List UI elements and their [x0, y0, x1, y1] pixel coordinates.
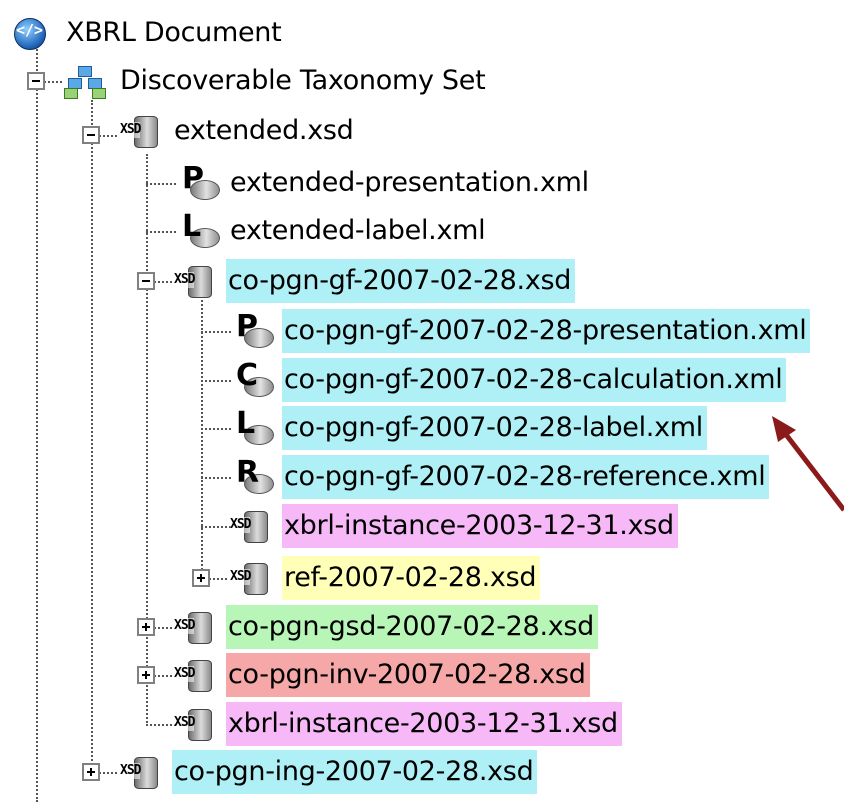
tree-node-co-pgn-gf-reference[interactable]: R co-pgn-gf-2007-02-28-reference.xml: [0, 450, 844, 504]
taxonomy-tree-view: </> XBRL Document Discoverable Taxonomy …: [0, 0, 844, 802]
tree-node-ref-xsd[interactable]: XSD ref-2007-02-28.xsd: [0, 551, 580, 605]
tree-node-co-pgn-gsd-xsd[interactable]: XSD co-pgn-gsd-2007-02-28.xsd: [0, 600, 640, 654]
tree-node-co-pgn-gf-label[interactable]: L co-pgn-gf-2007-02-28-label.xml: [0, 401, 760, 455]
tree-node-extended-presentation[interactable]: P extended-presentation.xml: [0, 156, 640, 210]
reference-linkbase-icon: R: [230, 456, 274, 496]
xsd-schema-icon: XSD: [120, 755, 160, 789]
expand-toggle[interactable]: [82, 763, 100, 781]
label-linkbase-icon: L: [230, 407, 274, 447]
tree-node-label: co-pgn-gsd-2007-02-28.xsd: [226, 605, 599, 649]
arrow-head: [772, 416, 796, 442]
xsd-schema-icon: XSD: [120, 114, 160, 148]
xsd-schema-icon: XSD: [174, 707, 214, 741]
tree-node-label: extended-presentation.xml: [230, 167, 589, 198]
tree-node-label: co-pgn-gf-2007-02-28-presentation.xml: [282, 309, 811, 353]
label-linkbase-icon: L: [176, 210, 220, 250]
calculation-linkbase-icon: C: [230, 359, 274, 399]
xsd-schema-icon: XSD: [174, 658, 214, 692]
tree-node-extended-label[interactable]: L extended-label.xml: [0, 204, 540, 258]
collapse-toggle[interactable]: [137, 272, 155, 290]
tree-node-label: co-pgn-inv-2007-02-28.xsd: [226, 653, 590, 697]
tree-node-xbrl-document[interactable]: </> XBRL Document: [0, 6, 300, 60]
tree-node-label: Discoverable Taxonomy Set: [120, 65, 486, 96]
tree-node-label: xbrl-instance-2003-12-31.xsd: [226, 702, 622, 746]
collapse-toggle[interactable]: [27, 72, 45, 90]
tree-node-label: extended.xsd: [174, 115, 354, 146]
tree-node-label: ref-2007-02-28.xsd: [282, 556, 541, 600]
tree-node-label: extended-label.xml: [230, 215, 486, 246]
tree-node-co-pgn-inv-xsd[interactable]: XSD co-pgn-inv-2007-02-28.xsd: [0, 648, 640, 702]
tree-node-co-pgn-gf-presentation[interactable]: P co-pgn-gf-2007-02-28-presentation.xml: [0, 304, 844, 358]
tree-node-xbrl-instance-nested[interactable]: XSD xbrl-instance-2003-12-31.xsd: [0, 499, 720, 553]
expand-toggle[interactable]: [192, 569, 210, 587]
presentation-linkbase-icon: P: [230, 310, 274, 350]
expand-toggle[interactable]: [137, 618, 155, 636]
tree-node-label: co-pgn-gf-2007-02-28.xsd: [226, 259, 576, 303]
tree-node-label: XBRL Document: [66, 17, 282, 48]
tree-node-label: co-pgn-gf-2007-02-28-calculation.xml: [282, 358, 787, 402]
tree-node-label: co-pgn-ing-2007-02-28.xsd: [172, 750, 538, 794]
expand-toggle[interactable]: [137, 666, 155, 684]
tree-node-discoverable-taxonomy-set[interactable]: Discoverable Taxonomy Set: [0, 54, 520, 108]
xsd-schema-icon: XSD: [174, 610, 214, 644]
presentation-linkbase-icon: P: [176, 162, 220, 202]
tree-node-label: xbrl-instance-2003-12-31.xsd: [282, 504, 678, 548]
xsd-schema-icon: XSD: [174, 264, 214, 298]
taxonomy-set-icon: [64, 64, 108, 99]
xbrl-document-icon: </>: [12, 16, 56, 50]
tree-node-label: co-pgn-gf-2007-02-28-reference.xml: [282, 455, 770, 499]
tree-node-co-pgn-ing-xsd[interactable]: XSD co-pgn-ing-2007-02-28.xsd: [0, 745, 600, 799]
tree-node-xbrl-instance[interactable]: XSD xbrl-instance-2003-12-31.xsd: [0, 697, 680, 751]
xsd-schema-icon: XSD: [230, 561, 270, 595]
tree-node-label: co-pgn-gf-2007-02-28-label.xml: [282, 406, 707, 450]
tree-node-co-pgn-gf-xsd[interactable]: XSD co-pgn-gf-2007-02-28.xsd: [0, 254, 620, 308]
xsd-schema-icon: XSD: [230, 509, 270, 543]
tree-node-extended-xsd[interactable]: XSD extended.xsd: [0, 104, 400, 158]
collapse-toggle[interactable]: [82, 126, 100, 144]
tree-node-co-pgn-gf-calculation[interactable]: C co-pgn-gf-2007-02-28-calculation.xml: [0, 353, 844, 407]
